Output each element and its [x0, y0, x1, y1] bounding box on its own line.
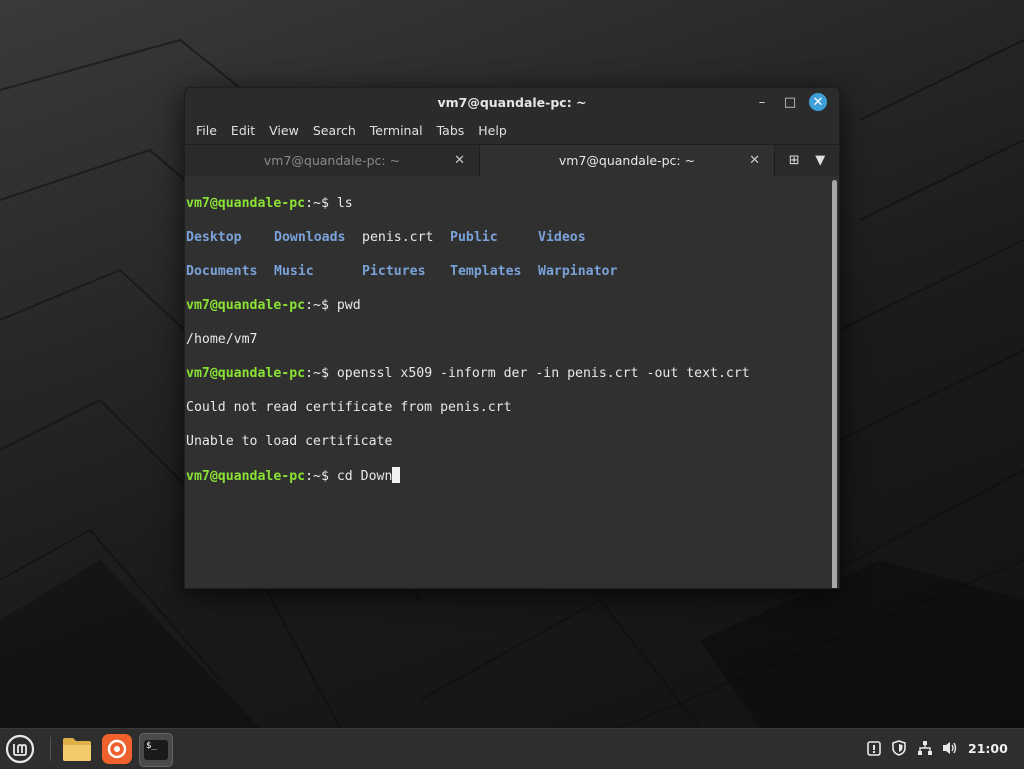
terminal-line: vm7@quandale-pc:~$ openssl x509 -inform … [186, 365, 829, 382]
prompt-path: :~$ [305, 298, 337, 313]
text-cursor [392, 467, 401, 483]
clock[interactable]: 21:00 [968, 741, 1008, 756]
tab-label: vm7@quandale-pc: ~ [558, 153, 696, 168]
menu-bar: File Edit View Search Terminal Tabs Help [185, 116, 839, 144]
tab-close-icon[interactable]: ✕ [454, 153, 465, 168]
menu-edit[interactable]: Edit [224, 123, 262, 138]
mint-logo-icon [5, 734, 35, 764]
dir-entry: Documents [186, 264, 258, 279]
taskbar-separator [50, 737, 51, 761]
terminal-output[interactable]: vm7@quandale-pc:~$ ls Desktop Downloads pe… [185, 176, 829, 588]
tab-2[interactable]: vm7@quandale-pc: ~ ✕ [480, 145, 775, 176]
menu-tabs[interactable]: Tabs [430, 123, 472, 138]
terminal-line: /home/vm7 [186, 331, 829, 348]
menu-search[interactable]: Search [306, 123, 363, 138]
prompt-user: vm7@quandale-pc [186, 298, 306, 313]
title-bar[interactable]: vm7@quandale-pc: ~ – □ ✕ [185, 88, 839, 116]
terminal-line: Could not read certificate from penis.cr… [186, 399, 829, 416]
prompt-path: :~$ [305, 469, 337, 484]
terminal-line: Unable to load certificate [186, 433, 829, 450]
terminal-window[interactable]: vm7@quandale-pc: ~ – □ ✕ File Edit View … [184, 87, 840, 589]
command-text: ls [336, 196, 353, 211]
new-tab-icon[interactable]: ⊞ [789, 153, 800, 168]
output-text: /home/vm7 [186, 332, 258, 347]
ls-output-row: Documents Music Pictures Templates Warpinato… [186, 263, 829, 280]
files-icon[interactable] [61, 733, 93, 765]
dir-entry: Pictures [362, 264, 426, 279]
folder-icon [63, 738, 91, 761]
speaker-icon [943, 742, 957, 754]
tab-dropdown-icon[interactable]: ▼ [815, 153, 825, 168]
browser-icon [107, 739, 127, 759]
mint-menu-icon[interactable] [4, 733, 36, 765]
terminal-line: vm7@quandale-pc:~$ pwd [186, 297, 829, 314]
menu-help[interactable]: Help [471, 123, 514, 138]
minimize-button[interactable]: – [753, 93, 771, 111]
command-text: openssl x509 -inform der -in penis.crt -… [336, 366, 750, 381]
dir-entry: Templates [450, 264, 522, 279]
dir-entry: Videos [538, 230, 586, 245]
prompt-user: vm7@quandale-pc [186, 469, 306, 484]
prompt-path: :~$ [305, 366, 337, 381]
maximize-button[interactable]: □ [781, 93, 799, 111]
command-input[interactable]: cd Down [337, 469, 393, 484]
dir-entry: Public [450, 230, 498, 245]
error-text: Could not read certificate from penis.cr… [186, 400, 512, 415]
command-text: pwd [336, 298, 361, 313]
tab-close-icon[interactable]: ✕ [749, 153, 760, 168]
tab-label: vm7@quandale-pc: ~ [263, 153, 401, 168]
update-manager-icon[interactable] [866, 740, 882, 760]
error-text: Unable to load certificate [186, 434, 393, 449]
prompt-path: :~$ [305, 196, 337, 211]
close-button[interactable]: ✕ [809, 93, 827, 111]
shield-glyph-icon [892, 740, 906, 756]
clipboard-alert-icon [867, 741, 881, 756]
tab-1[interactable]: vm7@quandale-pc: ~ ✕ [185, 145, 480, 176]
menu-terminal[interactable]: Terminal [363, 123, 430, 138]
tab-tools: ⊞ ▼ [775, 145, 839, 176]
network-icon[interactable] [917, 740, 933, 760]
prompt-user: vm7@quandale-pc [186, 366, 306, 381]
scrollbar[interactable] [832, 180, 837, 588]
prompt-user: vm7@quandale-pc [186, 196, 306, 211]
firefox-icon[interactable] [102, 734, 132, 764]
menu-view[interactable]: View [262, 123, 306, 138]
terminal-glyph-icon: $_ [144, 740, 168, 760]
volume-icon[interactable] [942, 740, 960, 760]
terminal-line: vm7@quandale-pc:~$ cd Down [186, 467, 829, 484]
network-glyph-icon [918, 741, 932, 755]
ls-output-row: Desktop Downloads penis.crt Public Videos [186, 229, 829, 246]
dir-entry: Desktop [186, 230, 242, 245]
terminal-line: vm7@quandale-pc:~$ ls [186, 195, 829, 212]
window-title: vm7@quandale-pc: ~ [437, 94, 587, 110]
dir-entry: Music [274, 264, 314, 279]
shield-icon[interactable] [891, 740, 907, 760]
dir-entry: Downloads [274, 230, 346, 245]
terminal-icon[interactable]: $_ [139, 733, 173, 767]
taskbar: $_ 21:00 [0, 728, 1024, 769]
menu-file[interactable]: File [189, 123, 224, 138]
tab-bar: vm7@quandale-pc: ~ ✕ vm7@quandale-pc: ~ … [185, 144, 839, 176]
file-entry: penis.crt [362, 230, 434, 245]
dir-entry: Warpinator [538, 264, 618, 279]
